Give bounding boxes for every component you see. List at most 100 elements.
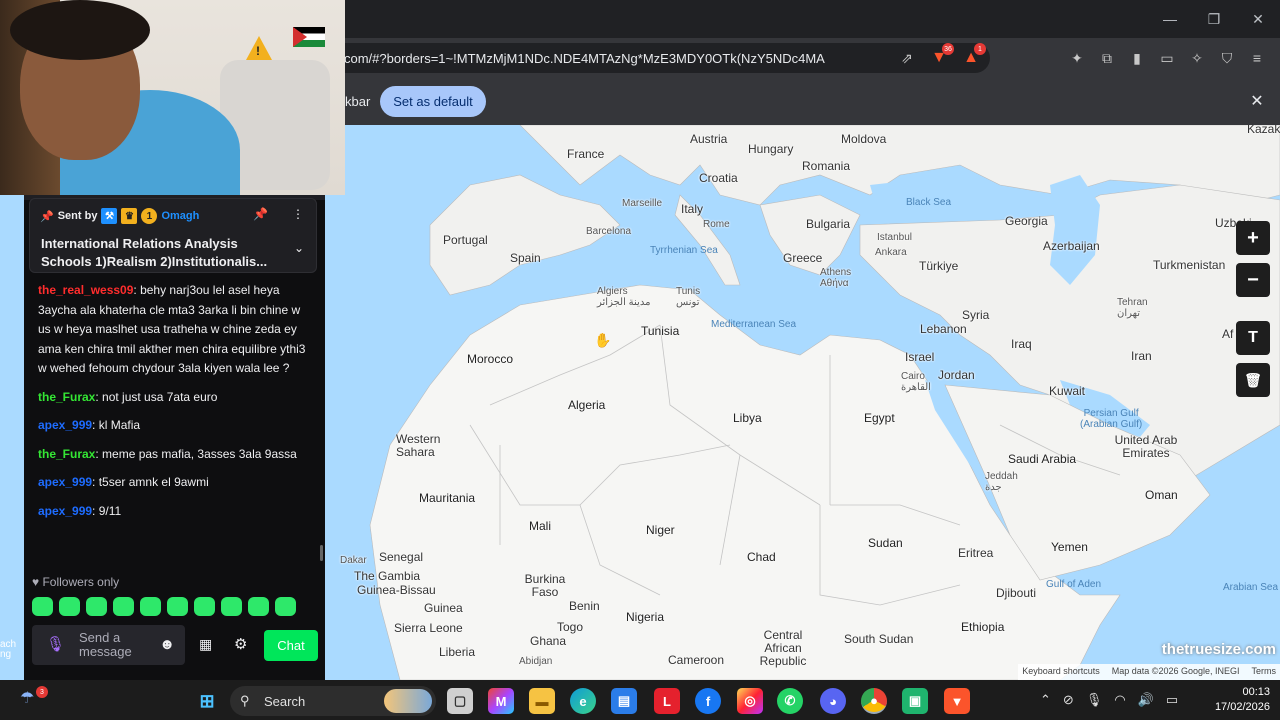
- label-marseille: Marseille: [622, 198, 663, 209]
- search-icon: ⚲: [240, 693, 250, 708]
- emote-icon[interactable]: [86, 597, 107, 616]
- emote-icon[interactable]: [194, 597, 215, 616]
- chat-username[interactable]: apex_999: [38, 475, 92, 489]
- red-l-app-icon[interactable]: L: [654, 688, 680, 714]
- windows-taskbar: ☂ 3 ⊞ ⚲ Search ▢ M ▬ e ▤ L f ◎ ✆ ◕ ● ▣ ▼ …: [0, 680, 1280, 720]
- label-libya: Libya: [733, 411, 762, 425]
- label-uae: United Arab Emirates: [1114, 433, 1178, 460]
- label-moldova: Moldova: [841, 132, 887, 146]
- more-options-icon[interactable]: ⋮: [292, 207, 304, 221]
- chat-messages: the_real_wess09: behy narj3ou lel asel h…: [38, 281, 310, 530]
- screenshot-icon[interactable]: ⧉: [1096, 47, 1118, 69]
- label-central-african-republic: Central African Republic: [759, 628, 807, 668]
- store-icon[interactable]: ▦: [199, 636, 212, 653]
- share-icon[interactable]: ⇗: [896, 47, 918, 69]
- chat-text: kl Mafia: [98, 418, 141, 432]
- chat-username[interactable]: the_Furax: [38, 390, 95, 404]
- label-greece: Greece: [783, 251, 823, 265]
- url-text[interactable]: com/#?borders=1~!MTMzMjM1NDc.NDE4MTAzNg*…: [344, 51, 825, 66]
- label-persian-gulf: Persian Gulf (Arabian Gulf): [1080, 408, 1143, 430]
- file-explorer-icon[interactable]: ▬: [529, 688, 555, 714]
- sidebar-icon[interactable]: ▮: [1126, 47, 1148, 69]
- microphone-tray-icon[interactable]: 🎙: [1086, 692, 1103, 708]
- emote-icon[interactable]: [140, 597, 161, 616]
- task-view-icon[interactable]: ▢: [447, 688, 473, 714]
- keyboard-shortcuts-link[interactable]: Keyboard shortcuts: [1022, 666, 1100, 678]
- emoji-picker-icon[interactable]: ☻: [159, 636, 175, 653]
- zoom-out-button[interactable]: −: [1236, 263, 1270, 297]
- label-burkina-faso: Burkina Faso: [524, 572, 566, 599]
- label-oman: Oman: [1145, 488, 1178, 502]
- set-as-default-button[interactable]: Set as default: [380, 86, 486, 117]
- emote-icon[interactable]: [275, 597, 296, 616]
- pinned-actions: 📌 ⋮: [253, 207, 304, 221]
- vpn-icon[interactable]: ⛉: [1216, 47, 1238, 69]
- chat-username[interactable]: apex_999: [38, 504, 92, 518]
- menu-icon[interactable]: ≡: [1246, 47, 1268, 69]
- chat-username[interactable]: the_Furax: [38, 447, 95, 461]
- infobar-text: kbar: [345, 94, 371, 109]
- emote-icon[interactable]: [113, 597, 134, 616]
- discord-icon[interactable]: ◕: [820, 688, 846, 714]
- address-bar[interactable]: com/#?borders=1~!MTMzMjM1NDc.NDE4MTAzNg*…: [330, 43, 990, 73]
- weather-icon[interactable]: ☂ 3: [20, 686, 48, 712]
- label-guinea-bissau: Guinea-Bissau: [357, 583, 436, 597]
- chat-input-placeholder[interactable]: Send a message: [79, 631, 149, 659]
- close-window-icon[interactable]: ✕: [1236, 0, 1280, 38]
- network-off-icon[interactable]: ⊘: [1063, 692, 1074, 708]
- pinned-user[interactable]: Omagh: [161, 210, 199, 222]
- webcam-overlay: !: [0, 0, 345, 195]
- minimize-icon[interactable]: —: [1148, 0, 1192, 38]
- taskbar-clock[interactable]: 00:13 17/02/2026: [1215, 685, 1270, 715]
- maximize-icon[interactable]: ❐: [1192, 0, 1236, 38]
- edge-icon[interactable]: e: [570, 688, 596, 714]
- chrome-icon[interactable]: ●: [861, 688, 887, 714]
- green-app-icon[interactable]: ▣: [902, 688, 928, 714]
- unpin-icon[interactable]: 📌: [253, 207, 268, 221]
- chat-scrollbar[interactable]: [320, 545, 323, 561]
- chat-username[interactable]: apex_999: [38, 418, 92, 432]
- instagram-icon[interactable]: ◎: [737, 688, 763, 714]
- terms-link[interactable]: Terms: [1252, 666, 1277, 678]
- volume-icon[interactable]: 🔊: [1138, 692, 1154, 708]
- show-hidden-icons-chevron[interactable]: ⌃: [1040, 692, 1051, 708]
- brave-shields-icon[interactable]: ▼ 36: [928, 43, 954, 69]
- emote-icon[interactable]: [167, 597, 188, 616]
- emote-icon[interactable]: [221, 597, 242, 616]
- start-button-icon[interactable]: ⊞: [194, 688, 220, 714]
- whatsapp-icon[interactable]: ✆: [777, 688, 803, 714]
- text-tool-button[interactable]: T: [1236, 321, 1270, 355]
- leo-ai-icon[interactable]: ✧: [1186, 47, 1208, 69]
- label-cairo: Cairo القاهرة: [901, 371, 931, 393]
- wallet-icon[interactable]: ▭: [1156, 47, 1178, 69]
- microphone-icon[interactable]: 🎙: [46, 635, 65, 653]
- store-app-icon[interactable]: ▤: [611, 688, 637, 714]
- brave-app-icon[interactable]: ▼: [944, 688, 970, 714]
- chat-input[interactable]: 🎙 Send a message ☻: [32, 625, 185, 665]
- facebook-icon[interactable]: f: [695, 688, 721, 714]
- site-watermark: thetruesize.com: [1161, 641, 1276, 658]
- brave-rewards-icon[interactable]: ▲ 1: [960, 43, 986, 69]
- zoom-in-button[interactable]: +: [1236, 221, 1270, 255]
- label-jordan: Jordan: [938, 368, 975, 382]
- label-france: France: [567, 147, 605, 161]
- chevron-down-icon[interactable]: ⌄: [294, 241, 304, 255]
- taskbar-search[interactable]: ⚲ Search: [230, 686, 436, 716]
- wifi-icon[interactable]: ◠: [1114, 692, 1125, 708]
- tool-gap: [1236, 305, 1270, 313]
- pinned-message[interactable]: 📌 Sent by ⚒ ♛ 1 Omagh 📌 ⋮ International …: [29, 198, 317, 273]
- microsoft365-icon[interactable]: M: [488, 688, 514, 714]
- sent-by-label: Sent by: [57, 210, 98, 222]
- emote-icon[interactable]: [32, 597, 53, 616]
- trash-button[interactable]: 🗑: [1236, 363, 1270, 397]
- chat-username[interactable]: the_real_wess09: [38, 283, 133, 297]
- infobar-close-icon[interactable]: ✕: [1246, 90, 1268, 112]
- brave-rewards-badge: 1: [974, 43, 986, 55]
- extensions-icon[interactable]: ✦: [1066, 47, 1088, 69]
- gear-icon[interactable]: ⚙: [234, 635, 247, 653]
- label-black-sea: Black Sea: [906, 197, 952, 208]
- emote-icon[interactable]: [248, 597, 269, 616]
- battery-icon[interactable]: ▭: [1166, 692, 1178, 708]
- emote-icon[interactable]: [59, 597, 80, 616]
- chat-send-button[interactable]: Chat: [264, 630, 318, 661]
